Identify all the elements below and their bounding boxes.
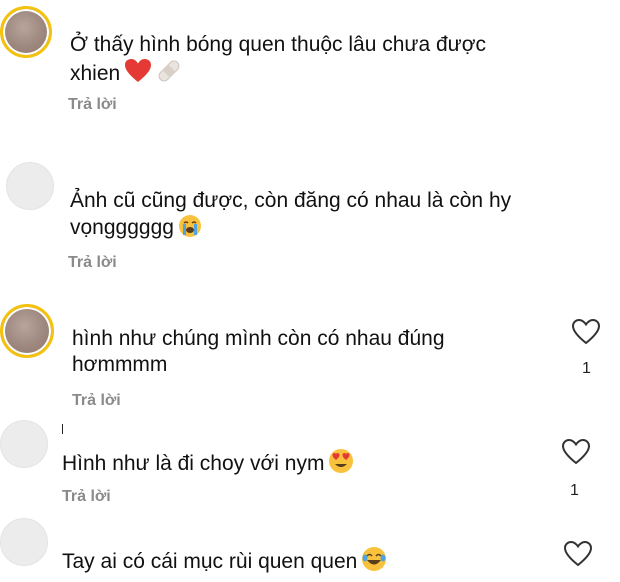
heart-eyes-face-icon [328, 448, 354, 481]
comment-text: Ở thấy hình bóng quen thuộc lâu chưa đượ… [70, 32, 540, 91]
comment-text: Hình như là đi choy với nym [62, 448, 522, 481]
comment-text: Tay ai có cái mục rùi quen quen [62, 546, 522, 579]
avatar[interactable] [0, 420, 48, 468]
like-heart-icon[interactable] [571, 318, 601, 346]
red-heart-icon [124, 58, 152, 91]
divider [62, 424, 63, 434]
tears-of-joy-face-icon [361, 546, 387, 579]
like-heart-icon[interactable] [561, 438, 591, 466]
avatar[interactable] [0, 304, 54, 358]
avatar[interactable] [0, 518, 48, 566]
like-heart-icon[interactable] [563, 540, 593, 568]
avatar[interactable] [0, 6, 52, 58]
avatar[interactable] [6, 162, 54, 210]
comment-text: Ảnh cũ cũng được, còn đăng có nhau là cò… [70, 188, 550, 245]
reply-button[interactable]: Trả lời [72, 392, 121, 410]
bandage-icon [156, 58, 182, 91]
comment-text: hình như chúng mình còn có nhau đúng hơm… [72, 327, 445, 376]
like-count: 1 [570, 482, 579, 499]
like-count: 1 [582, 360, 591, 377]
reply-button[interactable]: Trả lời [68, 254, 117, 272]
reply-button[interactable]: Trả lời [68, 96, 117, 114]
reply-button[interactable]: Trả lời [62, 488, 111, 506]
loudly-crying-face-icon [178, 214, 202, 245]
